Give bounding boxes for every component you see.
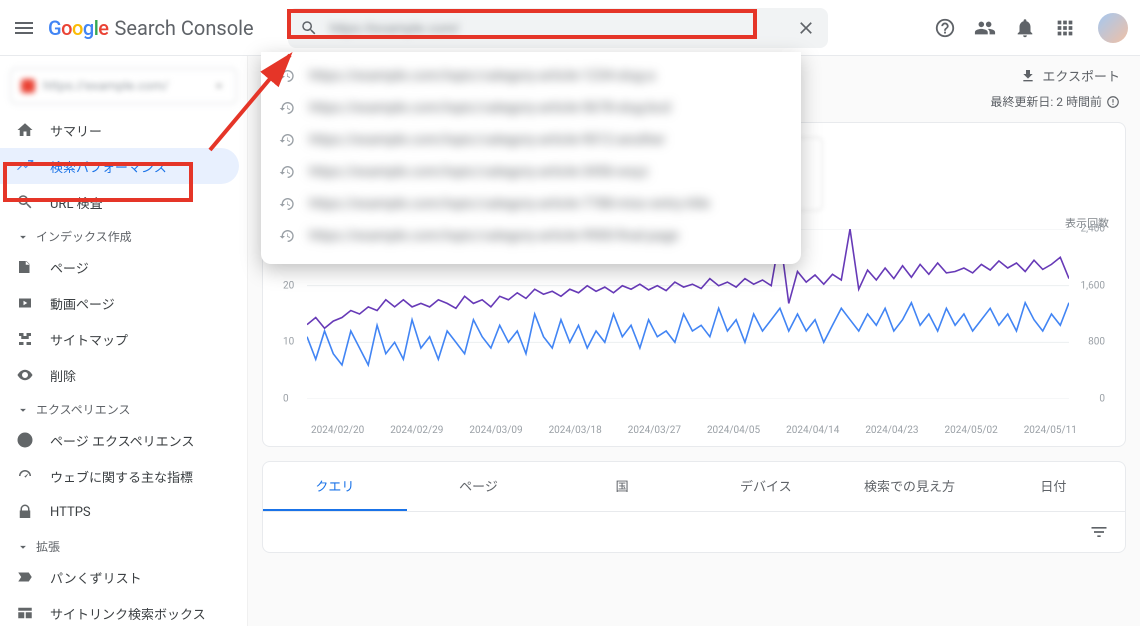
menu-icon[interactable]: [12, 16, 36, 40]
help-icon[interactable]: [934, 17, 956, 39]
suggestion-item[interactable]: https://example.com/topic/category-artic…: [261, 156, 801, 188]
chevron-down-icon: [16, 403, 30, 417]
google-logo: Google: [48, 16, 109, 40]
pages-icon: [16, 258, 34, 276]
sidebar-item-lock[interactable]: HTTPS: [0, 494, 239, 530]
export-button[interactable]: エクスポート: [1020, 66, 1120, 85]
history-icon: [279, 164, 295, 180]
history-icon: [279, 196, 295, 212]
product-logo[interactable]: Google Search Console: [48, 16, 254, 40]
results-panel: クエリページ国デバイス検索での見え方日付: [262, 461, 1126, 553]
filter-icon[interactable]: [1089, 522, 1109, 542]
search-box[interactable]: [288, 8, 828, 48]
history-icon: [279, 132, 295, 148]
sidebar-item-speed[interactable]: ウェブに関する主な指標: [0, 458, 239, 494]
sidebar-item-label: サイトマップ: [50, 330, 128, 349]
lock-icon: [16, 503, 34, 521]
sidebar-item-label: サイトリンク検索ボックス: [50, 604, 206, 623]
sidebar-item-remove[interactable]: 削除: [0, 357, 239, 393]
property-selector[interactable]: https://example.com/: [10, 68, 237, 104]
tab-3[interactable]: デバイス: [694, 462, 838, 511]
sidebar-item-sitelinks[interactable]: サイトリンク検索ボックス: [0, 595, 239, 626]
suggestion-item[interactable]: https://example.com/topic/category-artic…: [261, 60, 801, 92]
sidebar-item-label: ページ エクスペリエンス: [50, 431, 194, 450]
sidebar-item-label: ウェブに関する主な指標: [50, 467, 193, 486]
export-label: エクスポート: [1042, 66, 1120, 85]
chevron-down-icon: [16, 540, 30, 554]
breadcrumb-icon: [16, 568, 34, 586]
tab-2[interactable]: 国: [550, 462, 694, 511]
sidebar-item-label: 検索パフォーマンス: [50, 157, 167, 176]
sidebar-item-search[interactable]: URL 検査: [0, 184, 239, 220]
url-search-bar: [288, 8, 828, 48]
tab-1[interactable]: ページ: [407, 462, 551, 511]
trend-icon: [16, 157, 34, 175]
sidebar-item-video[interactable]: 動画ページ: [0, 285, 239, 321]
tabs-row: クエリページ国デバイス検索での見え方日付: [263, 462, 1125, 512]
people-icon[interactable]: [974, 17, 996, 39]
chevron-down-icon: [212, 79, 226, 93]
tab-0[interactable]: クエリ: [263, 462, 407, 511]
tab-4[interactable]: 検索での見え方: [838, 462, 982, 511]
download-icon: [1020, 68, 1036, 84]
property-name: https://example.com/: [43, 79, 169, 94]
remove-icon: [16, 366, 34, 384]
sidebar-item-label: 削除: [50, 366, 76, 385]
x-axis: 2024/02/202024/02/292024/03/092024/03/18…: [263, 425, 1125, 446]
sidebar-item-label: サマリー: [50, 121, 102, 140]
history-icon: [279, 68, 295, 84]
group-experience[interactable]: エクスペリエンス: [0, 393, 247, 422]
history-icon: [279, 100, 295, 116]
search-suggestions: https://example.com/topic/category-artic…: [261, 52, 801, 264]
sidebar-item-home[interactable]: サマリー: [0, 112, 239, 148]
sidebar-item-breadcrumb[interactable]: パンくずリスト: [0, 559, 239, 595]
sidebar-item-label: 動画ページ: [50, 294, 115, 313]
product-name: Search Console: [115, 16, 254, 40]
suggestion-item[interactable]: https://example.com/topic/category-artic…: [261, 188, 801, 220]
header-actions: [934, 13, 1128, 43]
group-enhancements[interactable]: 拡張: [0, 530, 247, 559]
sidebar-item-label: ページ: [50, 258, 89, 277]
suggestion-item[interactable]: https://example.com/topic/category-artic…: [261, 92, 801, 124]
sidebar-item-plus[interactable]: ページ エクスペリエンス: [0, 422, 239, 458]
sidebar-item-label: URL 検査: [50, 193, 103, 212]
chevron-down-icon: [16, 230, 30, 244]
group-index[interactable]: インデックス作成: [0, 220, 247, 249]
sidebar-item-pages[interactable]: ページ: [0, 249, 239, 285]
sidebar-item-trend[interactable]: 検索パフォーマンス: [0, 148, 239, 184]
avatar[interactable]: [1098, 13, 1128, 43]
speed-icon: [16, 467, 34, 485]
tab-5[interactable]: 日付: [981, 462, 1125, 511]
suggestion-item[interactable]: https://example.com/topic/category-artic…: [261, 124, 801, 156]
plus-icon: [16, 431, 34, 449]
search-input[interactable]: [330, 20, 784, 36]
sidebar-item-label: パンくずリスト: [50, 568, 142, 587]
home-icon: [16, 121, 34, 139]
search-icon: [16, 193, 34, 211]
sidebar-item-sitemap[interactable]: サイトマップ: [0, 321, 239, 357]
search-icon: [300, 19, 318, 37]
sidebar: https://example.com/ サマリー検索パフォーマンス URL 検査…: [0, 56, 248, 626]
apps-icon[interactable]: [1054, 17, 1076, 39]
info-icon[interactable]: [1106, 95, 1120, 109]
close-icon[interactable]: [796, 18, 816, 38]
sitemap-icon: [16, 330, 34, 348]
sitelinks-icon: [16, 604, 34, 622]
sidebar-item-label: HTTPS: [50, 505, 91, 520]
app-header: Google Search Console: [0, 0, 1140, 56]
history-icon: [279, 228, 295, 244]
suggestion-item[interactable]: https://example.com/topic/category-artic…: [261, 220, 801, 252]
video-icon: [16, 294, 34, 312]
notifications-icon[interactable]: [1014, 17, 1036, 39]
